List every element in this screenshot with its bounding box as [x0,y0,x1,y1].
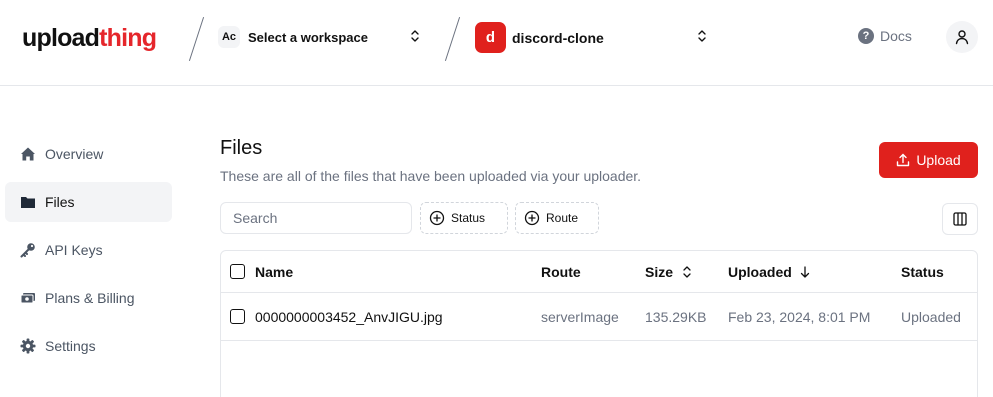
sidebar-item-label: Settings [45,338,96,354]
sidebar-item-settings[interactable]: Settings [5,326,172,366]
key-icon [19,241,37,259]
chevron-up-down-icon [698,30,706,42]
file-name-cell: 0000000003452_AnvJIGU.jpg [230,293,443,340]
sidebar-item-api-keys[interactable]: API Keys [5,230,172,270]
top-header: uploadthing Ac Select a workspace d disc… [0,0,993,86]
status-filter-button[interactable]: Status [420,202,508,234]
column-header-size-label: Size [645,263,674,280]
column-header-name: Name [255,263,294,280]
file-route: serverImage [541,308,619,325]
upload-icon [897,153,910,167]
sidebar-item-files[interactable]: Files [5,182,172,222]
project-avatar: d [475,22,506,53]
sort-up-down-icon [683,265,691,278]
column-header-uploaded-label: Uploaded [728,263,792,280]
breadcrumb-separator [188,16,205,62]
column-header-uploaded[interactable]: Uploaded [728,251,810,292]
files-table: Name Route Size Uploaded Status 00000000… [220,250,978,397]
folder-icon [19,193,37,211]
billing-icon [19,289,37,307]
workspace-label: Select a workspace [248,29,368,45]
sidebar-nav: Overview Files API Keys Plans & Billing [5,134,172,374]
upload-button-label: Upload [916,152,961,168]
breadcrumb-separator [444,16,461,62]
page-title: Files [220,137,263,159]
row-checkbox[interactable] [230,309,245,324]
columns-icon [953,212,967,226]
upload-button[interactable]: Upload [879,142,978,178]
sidebar-item-label: Overview [45,146,104,162]
logo-text-main: upload [22,24,100,52]
gear-icon [19,337,37,355]
route-filter-label: Route [546,211,579,225]
question-circle-icon: ? [858,28,874,44]
column-toggle-button[interactable] [942,203,978,235]
project-selector[interactable]: d discord-clone [475,22,706,53]
page-subtitle: These are all of the files that have bee… [220,168,642,184]
logo-text-accent: thing [99,24,157,52]
table-header-row: Name Route Size Uploaded Status [221,251,977,293]
column-header-route: Route [541,263,581,280]
sidebar-item-label: Files [45,194,75,210]
arrow-down-icon [800,265,809,278]
route-filter-button[interactable]: Route [515,202,599,234]
workspace-avatar: Ac [218,26,240,48]
column-header-size[interactable]: Size [645,251,691,292]
chevron-up-down-icon [411,30,419,42]
workspace-selector[interactable]: Ac Select a workspace [218,25,419,49]
docs-link[interactable]: ? Docs [858,28,912,44]
sidebar-item-label: Plans & Billing [45,290,135,306]
column-header-status: Status [901,263,944,280]
sidebar-item-label: API Keys [45,242,103,258]
search-input[interactable] [220,202,412,234]
sidebar-item-plans-billing[interactable]: Plans & Billing [5,278,172,318]
table-row[interactable]: 0000000003452_AnvJIGU.jpg serverImage 13… [221,293,977,341]
status-filter-label: Status [451,211,486,225]
header-name-cell: Name [230,251,293,292]
project-name: discord-clone [512,29,604,46]
plus-circle-icon [429,210,445,226]
sidebar-item-overview[interactable]: Overview [5,134,172,174]
user-menu-button[interactable] [946,21,978,53]
home-icon [19,145,37,163]
uploadthing-logo[interactable]: uploadthing [22,24,157,53]
select-all-checkbox[interactable] [230,264,245,279]
file-size: 135.29KB [645,308,707,325]
plus-circle-icon [524,210,540,226]
user-icon [955,30,969,45]
docs-label: Docs [880,28,912,44]
file-status: Uploaded [901,308,961,325]
file-name: 0000000003452_AnvJIGU.jpg [255,308,443,325]
file-uploaded-date: Feb 23, 2024, 8:01 PM [728,308,871,325]
